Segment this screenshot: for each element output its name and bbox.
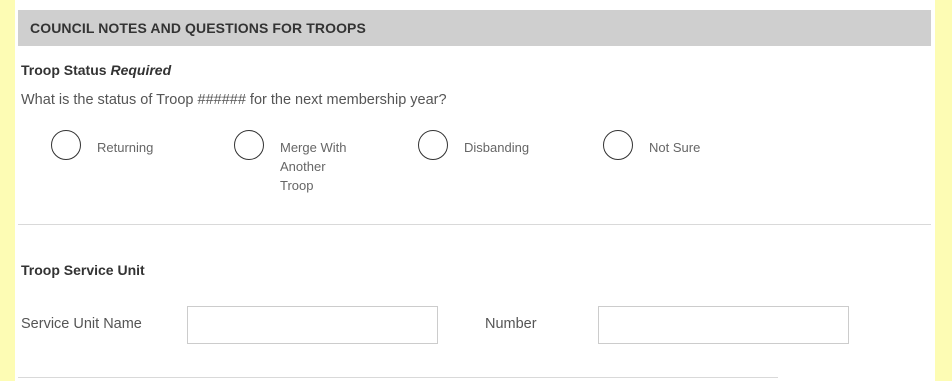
service-unit-heading: Troop Service Unit xyxy=(21,262,145,278)
right-margin-strip xyxy=(935,0,952,381)
section-divider xyxy=(18,224,931,225)
bottom-divider xyxy=(18,377,778,378)
radio-option-not-sure[interactable]: Not Sure xyxy=(603,130,700,160)
radio-button-disbanding[interactable] xyxy=(418,130,448,160)
radio-label-merge[interactable]: Merge With Another Troop xyxy=(280,138,346,195)
troop-status-label-text: Troop Status xyxy=(21,62,107,78)
radio-button-merge[interactable] xyxy=(234,130,264,160)
radio-option-returning[interactable]: Returning xyxy=(51,130,153,160)
section-header: COUNCIL NOTES AND QUESTIONS FOR TROOPS xyxy=(18,10,931,46)
radio-option-disbanding[interactable]: Disbanding xyxy=(418,130,529,160)
radio-option-merge[interactable]: Merge With Another Troop xyxy=(234,130,346,195)
radio-label-disbanding[interactable]: Disbanding xyxy=(464,138,529,157)
service-unit-name-input[interactable] xyxy=(187,306,438,344)
radio-label-not-sure[interactable]: Not Sure xyxy=(649,138,700,157)
radio-button-returning[interactable] xyxy=(51,130,81,160)
service-unit-name-label: Service Unit Name xyxy=(21,316,142,332)
troop-status-question: What is the status of Troop ###### for t… xyxy=(21,92,447,108)
radio-label-returning[interactable]: Returning xyxy=(97,138,153,157)
troop-status-label: Troop Status Required xyxy=(21,62,171,78)
required-indicator: Required xyxy=(110,62,172,78)
section-title: COUNCIL NOTES AND QUESTIONS FOR TROOPS xyxy=(30,20,366,36)
number-label: Number xyxy=(485,316,537,332)
number-input[interactable] xyxy=(598,306,849,344)
radio-button-not-sure[interactable] xyxy=(603,130,633,160)
